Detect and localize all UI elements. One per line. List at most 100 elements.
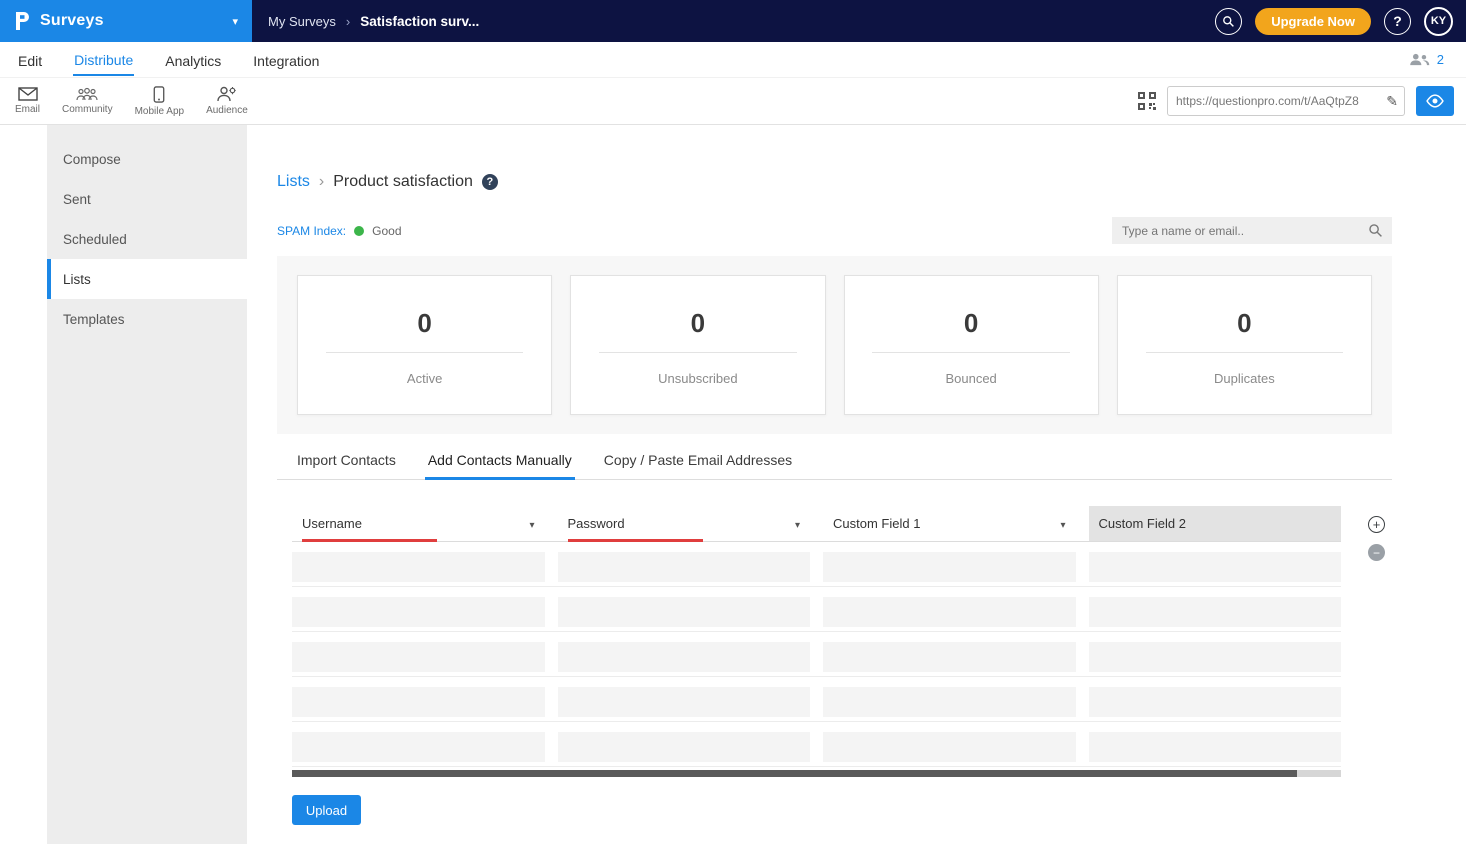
avatar[interactable]: KY [1424,7,1453,36]
tab-analytics[interactable]: Analytics [164,45,222,75]
tab-add-contacts-manually[interactable]: Add Contacts Manually [425,446,575,480]
contact-cell-input[interactable] [823,552,1076,582]
divider [599,352,797,353]
contact-cell-input[interactable] [1089,597,1342,627]
list-meta-row: SPAM Index: Good [277,217,1392,244]
search-icon[interactable] [1215,8,1242,35]
table-row [292,542,1341,587]
breadcrumb-separator-icon [319,173,324,191]
column-label: Custom Field 1 [833,516,920,531]
table-cell [1089,687,1342,717]
channel-mobile-app[interactable]: Mobile App [124,86,195,117]
email-icon [18,87,38,101]
channel-label: Audience [206,105,248,116]
column-header-custom-field-2[interactable]: Custom Field 2 [1089,506,1342,541]
column-label: Username [302,516,362,531]
table-cell [558,642,811,672]
survey-link-tools [1138,86,1454,116]
sidebar-item-templates[interactable]: Templates [47,299,247,339]
survey-nav-tabs: Edit Distribute Analytics Integration 2 [0,42,1466,78]
column-header-password[interactable]: Password [558,506,811,541]
contact-cell-input[interactable] [292,687,545,717]
contact-cell-input[interactable] [558,552,811,582]
tab-edit[interactable]: Edit [17,45,43,75]
sidebar-item-compose[interactable]: Compose [47,139,247,179]
contact-cell-input[interactable] [558,687,811,717]
add-row-icon[interactable] [1368,516,1385,533]
remove-row-icon[interactable] [1368,544,1385,561]
chevron-down-icon[interactable] [232,15,238,28]
stat-value: 0 [1118,308,1371,339]
chevron-down-icon[interactable] [1060,516,1065,531]
edit-url-icon[interactable] [1386,93,1398,110]
column-header-custom-field-1[interactable]: Custom Field 1 [823,506,1076,541]
contact-cell-input[interactable] [1089,552,1342,582]
collaborators[interactable]: 2 [1409,52,1466,67]
table-row [292,587,1341,632]
list-help-icon[interactable] [482,174,498,190]
contact-cell-input[interactable] [823,597,1076,627]
app-switcher[interactable]: Surveys [0,0,252,42]
breadcrumb-my-surveys[interactable]: My Surveys [268,14,336,29]
contact-cell-input[interactable] [558,597,811,627]
stat-card-active: 0 Active [297,275,552,415]
table-cell [292,642,545,672]
chevron-down-icon[interactable] [795,516,800,531]
breadcrumb-lists-link[interactable]: Lists [277,173,310,191]
breadcrumb-separator-icon [346,14,350,29]
upload-button[interactable]: Upload [292,795,361,825]
qr-code-icon[interactable] [1138,92,1156,110]
channel-email[interactable]: Email [4,87,51,115]
sidebar-item-scheduled[interactable]: Scheduled [47,219,247,259]
breadcrumb-current-survey: Satisfaction surv... [360,14,479,29]
channel-label: Mobile App [135,106,184,117]
sidebar-item-sent[interactable]: Sent [47,179,247,219]
contact-cell-input[interactable] [823,687,1076,717]
contact-cell-input[interactable] [292,642,545,672]
preview-button[interactable] [1416,86,1454,116]
tab-copy-paste-emails[interactable]: Copy / Paste Email Addresses [601,446,795,479]
chevron-down-icon[interactable] [529,516,534,531]
contact-cell-input[interactable] [558,732,811,762]
contact-cell-input[interactable] [292,732,545,762]
tab-distribute[interactable]: Distribute [73,44,134,76]
contact-cell-input[interactable] [1089,732,1342,762]
contact-cell-input[interactable] [1089,687,1342,717]
page-body: Compose Sent Scheduled Lists Templates L… [0,125,1466,844]
column-label: Password [568,516,625,531]
divider [872,352,1070,353]
collaborators-count: 2 [1437,52,1444,67]
scrollbar-thumb[interactable] [292,770,1297,777]
contact-search-input[interactable] [1112,217,1392,244]
distribute-sidebar: Compose Sent Scheduled Lists Templates [47,125,247,844]
contact-cell-input[interactable] [292,597,545,627]
left-rail [0,125,47,844]
horizontal-scrollbar[interactable] [292,770,1341,777]
contact-stats: 0 Active 0 Unsubscribed 0 Bounced 0 Dupl… [277,256,1392,434]
list-breadcrumb: Lists Product satisfaction [277,173,1392,191]
divider [326,352,524,353]
stat-label: Bounced [845,371,1098,386]
help-icon[interactable] [1384,8,1411,35]
table-cell [558,552,811,582]
sidebar-item-lists[interactable]: Lists [47,259,247,299]
channel-community[interactable]: Community [51,87,124,115]
contact-cell-input[interactable] [558,642,811,672]
tab-integration[interactable]: Integration [252,45,320,75]
contact-cell-input[interactable] [1089,642,1342,672]
search-icon[interactable] [1368,223,1383,238]
table-cell [1089,552,1342,582]
spam-index-label: SPAM Index: [277,224,346,238]
column-header-username[interactable]: Username [292,506,545,541]
survey-url-input[interactable] [1176,94,1382,108]
channel-audience[interactable]: Audience [195,86,259,116]
contact-rows [292,542,1341,767]
contact-cell-input[interactable] [823,732,1076,762]
divider [1146,352,1344,353]
upgrade-now-button[interactable]: Upgrade Now [1255,8,1371,35]
tab-import-contacts[interactable]: Import Contacts [294,446,399,479]
contact-cell-input[interactable] [823,642,1076,672]
list-title: Product satisfaction [333,173,473,191]
spam-status-dot [354,226,364,236]
contact-cell-input[interactable] [292,552,545,582]
